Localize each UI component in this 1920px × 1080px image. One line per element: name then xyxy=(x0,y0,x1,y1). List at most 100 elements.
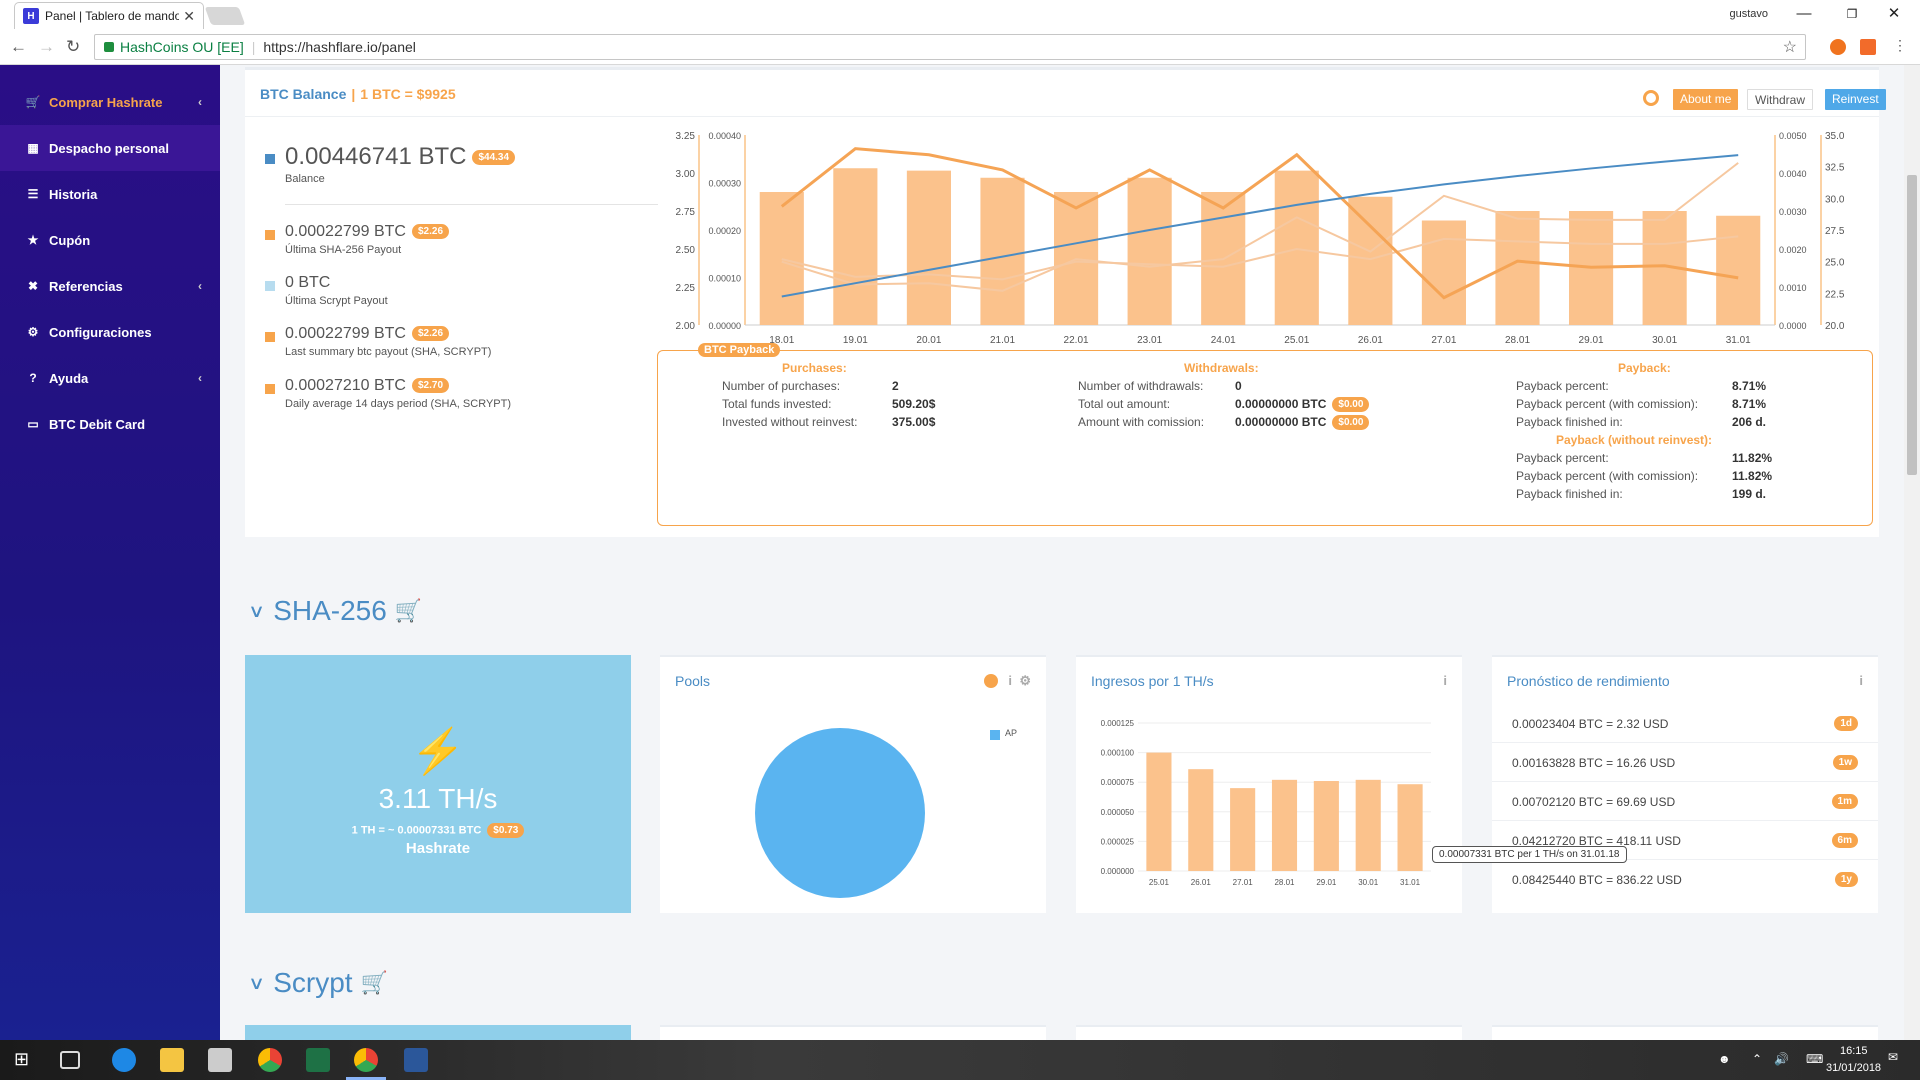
minimize-icon[interactable]: — xyxy=(1784,3,1824,25)
y-tick-label: 0.000025 xyxy=(1101,837,1135,846)
chevron-left-icon: ‹ xyxy=(198,371,202,385)
payback-without-reinvest-heading: Payback (without reinvest): xyxy=(1556,433,1713,447)
task-view-icon[interactable] xyxy=(60,1051,80,1069)
sidebar-item-despacho-personal[interactable]: ▦ Despacho personal xyxy=(0,125,220,171)
scrypt-card xyxy=(1076,1025,1462,1040)
clock-date[interactable]: 31/01/2018 xyxy=(1826,1062,1881,1074)
scrypt-section-title[interactable]: ∨ Scrypt 🛒 xyxy=(248,967,388,999)
tab-close-icon[interactable]: ✕ xyxy=(183,8,195,25)
daily-average-label: Daily average 14 days period (SHA, SCRYP… xyxy=(285,398,512,410)
info-icon[interactable]: i xyxy=(1008,673,1012,688)
new-tab-button[interactable] xyxy=(204,7,246,25)
summary-payout-label: Last summary btc payout (SHA, SCRYPT) xyxy=(285,346,492,358)
sidebar-item-cupon[interactable]: ★ Cupón xyxy=(0,217,220,263)
store-icon[interactable] xyxy=(208,1048,232,1072)
omnibox-separator: | xyxy=(251,39,256,55)
forecast-title: Pronóstico de rendimiento xyxy=(1507,673,1670,689)
chrome-active-icon[interactable] xyxy=(354,1048,378,1072)
extension-1-icon[interactable] xyxy=(1830,39,1846,55)
stat-label: Payback finished in: xyxy=(1516,415,1623,429)
sidebar-item-btc-debit-card[interactable]: ▭ BTC Debit Card xyxy=(0,401,220,447)
chrome-icon[interactable] xyxy=(258,1048,282,1072)
bookmark-star-icon[interactable]: ☆ xyxy=(1783,37,1797,57)
reload-icon[interactable]: ↻ xyxy=(66,37,80,57)
forward-icon[interactable]: → xyxy=(38,37,55,57)
balance-title: BTC Balance | 1 BTC = $9925 xyxy=(260,86,456,102)
income-bar xyxy=(1188,769,1214,871)
withdrawals-heading: Withdrawals: xyxy=(1184,361,1259,375)
browser-tab[interactable]: H Panel | Tablero de mando ✕ xyxy=(14,2,204,29)
summary-payout-value: 0.00022799 BTC $2.26 xyxy=(285,325,450,343)
page-scrollbar[interactable] xyxy=(1904,65,1920,1040)
close-window-icon[interactable]: ✕ xyxy=(1874,3,1914,25)
restore-icon[interactable]: ❐ xyxy=(1832,3,1872,25)
github-icon[interactable] xyxy=(1643,90,1659,106)
y-tick-label: 2.50 xyxy=(676,245,696,256)
sidebar-item-referencias[interactable]: ✖ Referencias ‹ xyxy=(0,263,220,309)
file-explorer-icon[interactable] xyxy=(160,1048,184,1072)
payout-bar xyxy=(1421,220,1466,325)
browser-menu-icon[interactable]: ⋮ xyxy=(1893,37,1907,54)
daily-average-value: 0.00027210 BTC $2.70 xyxy=(285,377,450,395)
hashrate-box: ⚡ 3.11 TH/s 1 TH = ~ 0.00007331 BTC $0.73… xyxy=(245,655,631,913)
income-bar xyxy=(1146,752,1172,871)
extension-2-icon[interactable] xyxy=(1860,39,1876,55)
edge-icon[interactable] xyxy=(112,1048,136,1072)
tray-chevron-icon[interactable]: ⌃ xyxy=(1752,1052,1762,1066)
chart-tooltip: 0.00007331 BTC per 1 TH/s on 31.01.18 xyxy=(1432,846,1627,863)
sidebar-item-ayuda[interactable]: ? Ayuda ‹ xyxy=(0,355,220,401)
y-tick-label: 0.00000 xyxy=(708,321,741,331)
sidebar-item-comprar-hashrate[interactable]: 🛒 Comprar Hashrate ‹ xyxy=(0,79,220,125)
x-tick-label: 30.01 xyxy=(1358,878,1379,887)
about-me-button[interactable]: About me xyxy=(1673,89,1739,110)
stat-value: 11.82% xyxy=(1732,451,1773,465)
payout-bar xyxy=(1716,215,1761,325)
payback-legend: BTC Payback xyxy=(698,343,781,357)
legend-dot xyxy=(265,281,275,291)
settings-icon[interactable]: ⚙ xyxy=(1019,673,1031,689)
language-icon[interactable]: ⌨ xyxy=(1806,1052,1823,1066)
sidebar-item-label: Cupón xyxy=(49,232,91,248)
y-tick-label: 0.0010 xyxy=(1779,283,1807,293)
word-icon[interactable] xyxy=(404,1048,428,1072)
url-text[interactable]: https://hashflare.io/panel xyxy=(263,39,416,55)
payout-bar xyxy=(833,168,878,325)
cart-icon[interactable]: 🛒 xyxy=(361,970,388,996)
back-icon[interactable]: ← xyxy=(10,37,27,57)
omnibox[interactable]: HashCoins OU [EE] | https://hashflare.io… xyxy=(94,34,1806,60)
sidebar-item-label: Despacho personal xyxy=(49,140,169,156)
cart-icon[interactable]: 🛒 xyxy=(395,598,422,624)
stat-value: 0 xyxy=(1235,379,1242,393)
clock-time[interactable]: 16:15 xyxy=(1840,1045,1868,1057)
y-tick-label: 0.000000 xyxy=(1101,867,1135,876)
windows-start-icon[interactable]: ⊞ xyxy=(14,1049,29,1070)
volume-icon[interactable]: 🔊 xyxy=(1774,1052,1789,1066)
sidebar-item-configuraciones[interactable]: ⚙ Configuraciones xyxy=(0,309,220,355)
withdraw-button[interactable]: Withdraw xyxy=(1747,89,1814,110)
browser-user-label[interactable]: gustavo xyxy=(1729,8,1768,20)
chevron-down-icon: ∨ xyxy=(248,972,266,993)
notifications-icon[interactable]: ✉ xyxy=(1888,1050,1898,1064)
scrollbar-thumb[interactable] xyxy=(1907,175,1917,475)
stat-label: Payback percent: xyxy=(1516,379,1609,393)
sidebar-item-historia[interactable]: ☰ Historia xyxy=(0,171,220,217)
payout-bar xyxy=(1274,170,1319,325)
scrypt-payout-value: 0 BTC xyxy=(285,274,331,291)
y-tick-label: 0.000075 xyxy=(1101,778,1135,787)
pie-chart-icon[interactable] xyxy=(984,674,998,688)
info-icon[interactable]: i xyxy=(1443,673,1447,688)
gears-icon: ⚙ xyxy=(27,325,39,339)
reinvest-button[interactable]: Reinvest xyxy=(1825,89,1886,110)
info-icon[interactable]: i xyxy=(1859,673,1863,688)
payout-bar xyxy=(980,177,1025,325)
pools-card: Pools ⚙ i AP xyxy=(660,655,1046,913)
sha256-section-title[interactable]: ∨ SHA-256 🛒 xyxy=(248,595,422,627)
x-tick-label: 29.01 xyxy=(1316,878,1337,887)
y-tick-label: 2.00 xyxy=(676,321,696,332)
address-bar: ← → ↻ HashCoins OU [EE] | https://hashfl… xyxy=(0,29,1920,65)
usd-badge: $2.26 xyxy=(411,326,450,342)
people-icon[interactable]: ☻ xyxy=(1718,1052,1731,1066)
excel-icon[interactable] xyxy=(306,1048,330,1072)
stat-value: 2 xyxy=(892,379,899,393)
payout-bar xyxy=(759,192,804,325)
